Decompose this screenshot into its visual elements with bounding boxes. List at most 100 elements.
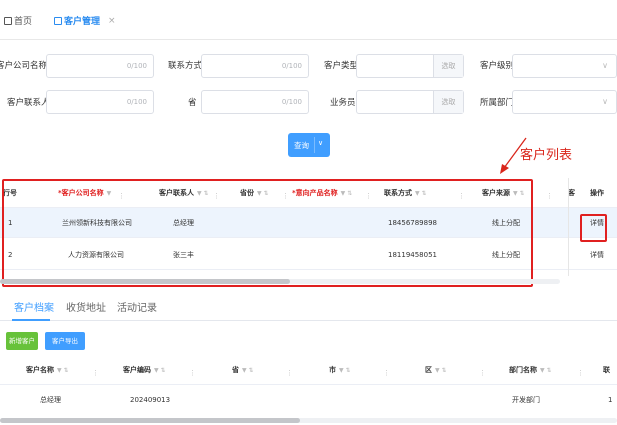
char-counter: 0/100 xyxy=(126,98,147,106)
column-resizer[interactable]: ⋮ xyxy=(577,369,584,377)
pick-button[interactable]: 选取 xyxy=(433,91,463,113)
column-resizer[interactable]: ⋮ xyxy=(92,369,99,377)
filter-label-contact-person: 客户联系人 xyxy=(7,98,50,108)
cell-truncated: 1 xyxy=(608,396,613,404)
close-icon[interactable]: × xyxy=(108,16,116,26)
chevron-down-icon: ∨ xyxy=(602,97,608,106)
sort-icon: ▼ ⇅ xyxy=(242,367,254,374)
tab-customer-profile[interactable]: 客户档案 xyxy=(14,299,54,314)
column-header-contact-label: 客户联系人 xyxy=(159,189,194,197)
column-resizer[interactable]: ⋮ xyxy=(118,192,125,200)
column-header-product[interactable]: *意向产品名称 ▼ ⇅ xyxy=(292,178,352,208)
column-resizer[interactable]: ⋮ xyxy=(365,192,372,200)
salesman-input[interactable]: 选取 xyxy=(356,90,464,114)
profile-table-scrollbar[interactable] xyxy=(0,418,617,423)
column-header-source-label: 客户来源 xyxy=(482,189,510,197)
department-select[interactable]: ∨ xyxy=(512,90,617,114)
filter-label-salesman: 业务员 xyxy=(330,98,356,108)
table-header-row: 行号 *客户公司名称 ▼ ⋮ 客户联系人 ▼ ⇅ ⋮ 省份 ▼ ⇅ ⋮ *意向产品名称… xyxy=(0,178,617,208)
column-header-province-label: 省 xyxy=(232,366,239,374)
column-header-province[interactable]: 省 ▼ ⇅ xyxy=(232,355,254,385)
table-row[interactable]: 1 兰州领新科技有限公司 总经理 18456789898 线上分配 详情 xyxy=(0,208,617,238)
button-divider xyxy=(314,137,315,153)
tab-activity-log[interactable]: 活动记录 xyxy=(117,299,157,314)
page-icon xyxy=(4,16,12,25)
column-header-truncated: 客 xyxy=(568,189,575,197)
table-row[interactable]: 总经理 202409013 开发部门 1 xyxy=(0,385,617,415)
pick-button[interactable]: 选取 xyxy=(433,55,463,77)
column-header-name[interactable]: 客户名称 ▼ ⇅ xyxy=(26,355,69,385)
tab-shipping-address[interactable]: 收货地址 xyxy=(66,299,106,314)
column-resizer[interactable]: ⋮ xyxy=(479,369,486,377)
filter-label-customer-type: 客户类型 xyxy=(324,61,359,71)
company-name-input[interactable]: 0/100 xyxy=(46,54,154,78)
column-header-code[interactable]: 客户编码 ▼ ⇅ xyxy=(123,355,166,385)
column-header-district-label: 区 xyxy=(425,366,432,374)
column-header-district[interactable]: 区 ▼ ⇅ xyxy=(425,355,447,385)
contact-person-input[interactable]: 0/100 xyxy=(46,90,154,114)
cell-index: 1 xyxy=(8,219,13,227)
column-resizer[interactable]: ⋮ xyxy=(189,369,196,377)
filter-label-contact-method: 联系方式 xyxy=(168,61,203,71)
detail-tabs: 客户档案 收货地址 活动记录 xyxy=(0,291,617,321)
table-scrollbar[interactable] xyxy=(0,279,560,284)
column-header-city[interactable]: 市 ▼ ⇅ xyxy=(329,355,351,385)
add-customer-button[interactable]: 新增客户 xyxy=(6,332,38,350)
query-button[interactable]: 查询 ∨ xyxy=(288,133,330,157)
sort-icon: ▼ ⇅ xyxy=(197,190,209,197)
sort-icon: ▼ ⇅ xyxy=(435,367,447,374)
table-row[interactable]: 2 人力资源有限公司 张三丰 18119458051 线上分配 详情 xyxy=(0,240,617,270)
cell-dept: 开发部门 xyxy=(512,396,540,404)
province-input[interactable]: 0/100 xyxy=(201,90,309,114)
column-header-dept[interactable]: 部门名称 ▼ ⇅ xyxy=(509,355,552,385)
scrollbar-thumb[interactable] xyxy=(0,279,290,284)
column-header-code-label: 客户编码 xyxy=(123,366,151,374)
tab-home[interactable]: 首页 xyxy=(4,14,32,27)
tab-active-label: 客户管理 xyxy=(64,17,101,27)
column-header-source[interactable]: 客户来源 ▼ ⇅ xyxy=(482,178,525,208)
column-header-phone[interactable]: 联系方式 ▼ ⇅ xyxy=(384,178,427,208)
sort-icon: ▼ ⇅ xyxy=(154,367,166,374)
column-resizer[interactable]: ⋮ xyxy=(383,369,390,377)
filter-label-company-name: 客户公司名称 xyxy=(0,61,48,71)
column-resizer[interactable]: ⋮ xyxy=(282,192,289,200)
tab-customer-management[interactable]: 客户管理 × xyxy=(54,14,116,27)
cell-code: 202409013 xyxy=(130,396,171,404)
column-resizer[interactable]: ⋮ xyxy=(458,192,465,200)
sort-icon: ▼ ⇅ xyxy=(57,367,69,374)
detail-link[interactable]: 详情 xyxy=(590,240,604,270)
tab-home-label: 首页 xyxy=(14,17,33,27)
customer-table: 行号 *客户公司名称 ▼ ⋮ 客户联系人 ▼ ⇅ ⋮ 省份 ▼ ⇅ ⋮ *意向产品名称… xyxy=(0,178,617,278)
column-header-company[interactable]: *客户公司名称 ▼ xyxy=(58,178,111,208)
column-header-product-label: *意向产品名称 xyxy=(292,189,338,197)
sort-icon: ▼ ⇅ xyxy=(415,190,427,197)
sort-icon: ▼ ⇅ xyxy=(257,190,269,197)
column-header-dept-label: 部门名称 xyxy=(509,366,537,374)
column-header-province[interactable]: 省份 ▼ ⇅ xyxy=(240,178,269,208)
scrollbar-thumb[interactable] xyxy=(0,418,300,423)
cell-contact: 张三丰 xyxy=(173,251,194,259)
cell-phone: 18119458051 xyxy=(388,251,437,259)
customer-level-select[interactable]: ∨ xyxy=(512,54,617,78)
export-customer-button[interactable]: 客户导出 xyxy=(45,332,85,350)
customer-type-input[interactable]: 选取 xyxy=(356,54,464,78)
query-button-label: 查询 xyxy=(294,141,309,150)
annotation-label: 客户列表 xyxy=(520,148,573,163)
cell-phone: 18456789898 xyxy=(388,219,437,227)
column-resizer[interactable]: ⋮ xyxy=(213,192,220,200)
cell-name: 总经理 xyxy=(40,396,61,404)
column-header-province-label: 省份 xyxy=(240,189,254,197)
column-resizer[interactable]: ⋮ xyxy=(286,369,293,377)
chevron-down-icon[interactable]: ∨ xyxy=(318,139,323,147)
column-header-phone-label: 联系方式 xyxy=(384,189,412,197)
column-header-contact[interactable]: 客户联系人 ▼ ⇅ xyxy=(159,178,209,208)
column-header-company-label: *客户公司名称 xyxy=(58,189,104,197)
column-header-action: 操作 xyxy=(590,189,604,197)
chevron-down-icon: ∨ xyxy=(602,61,608,70)
contact-method-input[interactable]: 0/100 xyxy=(201,54,309,78)
char-counter: 0/100 xyxy=(126,62,147,70)
detail-link[interactable]: 详情 xyxy=(590,208,604,238)
column-resizer[interactable]: ⋮ xyxy=(546,192,553,200)
active-tab-indicator xyxy=(12,319,50,321)
column-header-name-label: 客户名称 xyxy=(26,366,54,374)
